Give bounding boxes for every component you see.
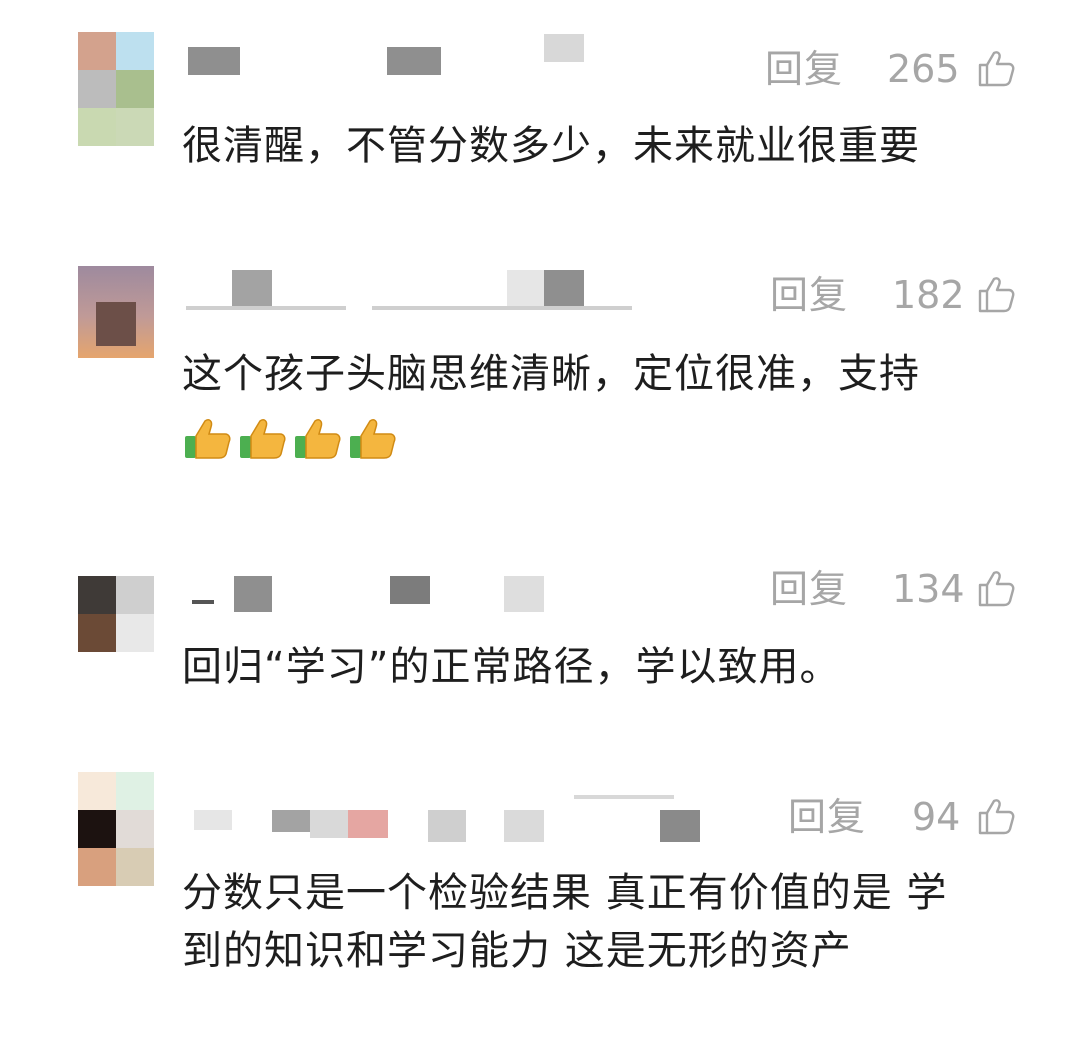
username-redacted[interactable] (182, 260, 662, 310)
comment-text: 很清醒，不管分数多少，未来就业很重要 (182, 123, 920, 169)
comment-text: 分数只是一个检验结果 真正有价值的是 学 到的知识和学习能力 这是无形的资产 (182, 870, 948, 974)
comment-text: 这个孩子头脑思维清晰，定位很准，支持 (182, 351, 920, 397)
username-redacted[interactable] (182, 792, 700, 842)
reply-button[interactable]: 回复 (770, 276, 848, 314)
avatar[interactable] (78, 772, 154, 892)
thumbs-up-outline-icon[interactable] (976, 274, 1016, 314)
comment-item: 回复 265 很清醒，不管分数多少，未来就业很重要 (0, 0, 1080, 230)
thumbs-up-emoji (350, 419, 396, 459)
comment-text: 回归“学习”的正常路径，学以致用。 (182, 644, 841, 690)
avatar[interactable] (78, 576, 154, 654)
username-redacted[interactable] (182, 30, 662, 80)
like-count: 265 (887, 47, 960, 91)
thumbs-up-outline-icon[interactable] (976, 568, 1016, 608)
reply-button[interactable]: 回复 (765, 50, 843, 88)
comment-item: 回复 94 分数只是一个检验结果 真正有价值的是 学 到的知识和学习能力 这是无… (0, 760, 1080, 1049)
thumbs-up-emoji (240, 419, 286, 459)
thumbs-up-outline-icon[interactable] (976, 48, 1016, 88)
thumbs-up-emoji (185, 419, 231, 459)
reply-button[interactable]: 回复 (788, 798, 866, 836)
comment-item: 回复 134 回归“学习”的正常路径，学以致用。 (0, 520, 1080, 760)
avatar[interactable] (78, 266, 154, 358)
emoji-row (182, 412, 399, 464)
avatar[interactable] (78, 32, 154, 152)
thumbs-up-outline-icon[interactable] (976, 796, 1016, 836)
like-count: 182 (892, 273, 965, 317)
comment-item: 回复 182 这个孩子头脑思维清晰，定位很准，支持 (0, 230, 1080, 520)
like-count: 134 (892, 567, 965, 611)
like-count: 94 (912, 795, 961, 839)
reply-button[interactable]: 回复 (770, 570, 848, 608)
thumbs-up-emoji (295, 419, 341, 459)
username-redacted[interactable] (182, 560, 662, 612)
